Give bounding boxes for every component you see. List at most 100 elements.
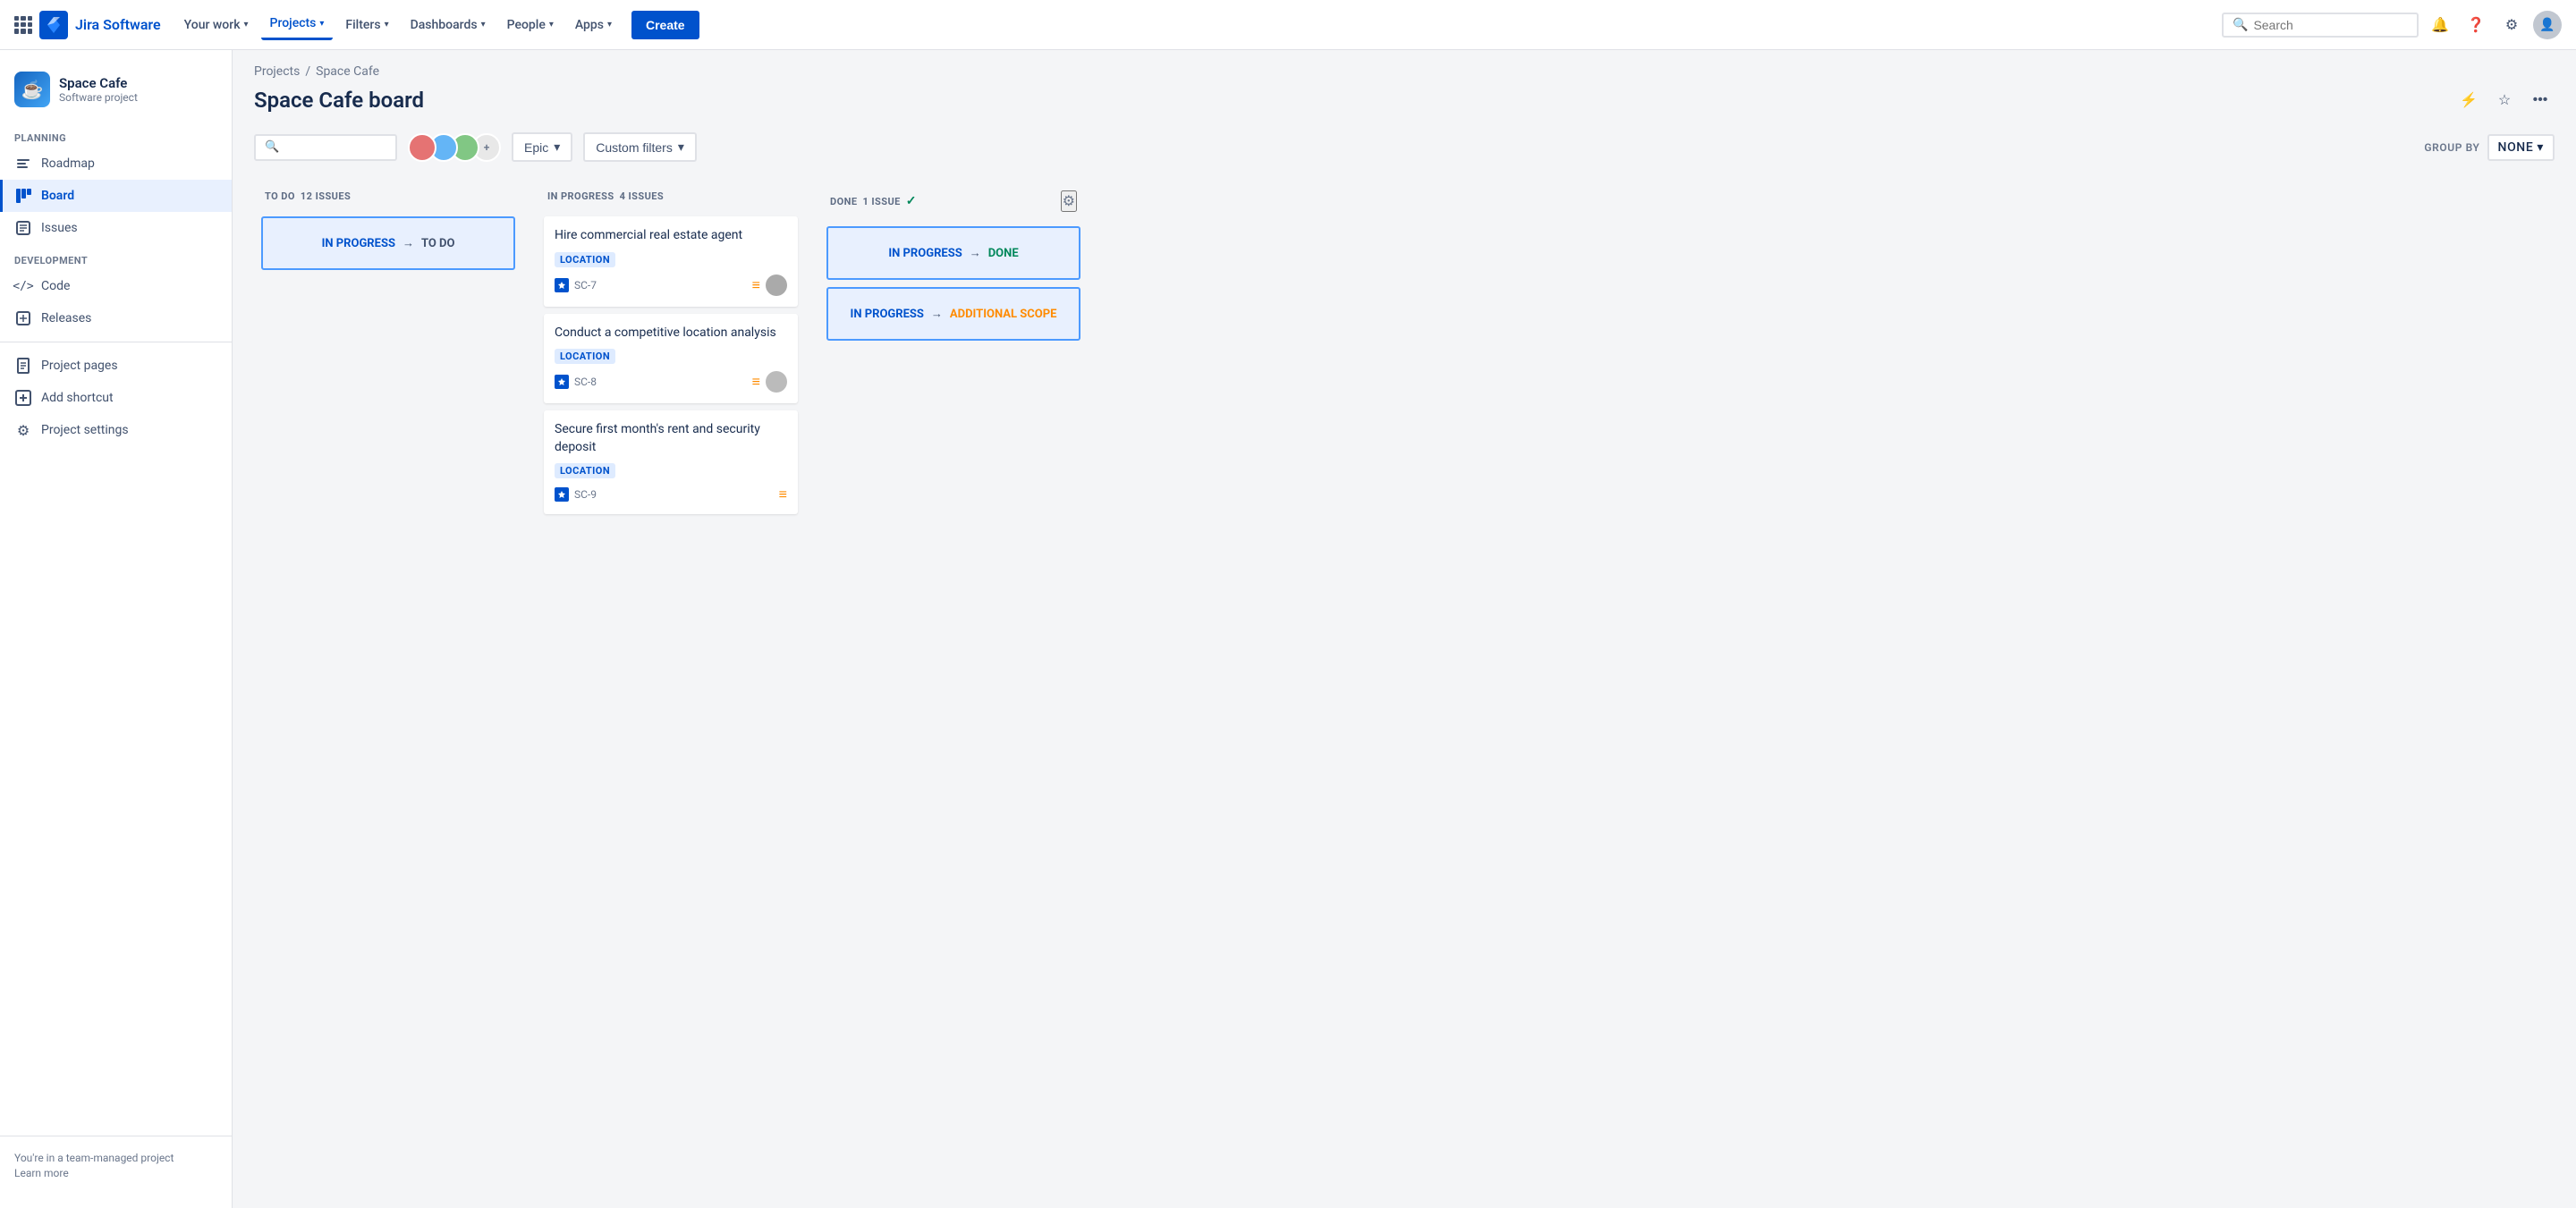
group-by-select[interactable]: None ▾ xyxy=(2487,134,2555,161)
chevron-icon: ▾ xyxy=(244,20,249,30)
column-inprogress-count: 4 ISSUES xyxy=(620,190,665,202)
sidebar-item-board[interactable]: Board xyxy=(0,180,232,212)
settings-button[interactable]: ⚙ xyxy=(2497,11,2526,39)
card-sc8-priority-icon: ≡ xyxy=(752,373,760,391)
roadmap-icon xyxy=(14,155,32,173)
app-name: Jira Software xyxy=(75,16,161,33)
column-done-count: 1 ISSUE xyxy=(862,196,900,207)
transition-card-scope[interactable]: IN PROGRESS → ADDITIONAL SCOPE xyxy=(826,287,1080,341)
nav-your-work[interactable]: Your work ▾ xyxy=(175,11,258,39)
avatar-1[interactable] xyxy=(408,133,436,162)
nav-people[interactable]: People ▾ xyxy=(498,11,563,39)
breadcrumb-projects[interactable]: Projects xyxy=(254,64,300,79)
chevron-icon: ▾ xyxy=(319,19,324,29)
issues-icon xyxy=(14,219,32,237)
search-input[interactable] xyxy=(2253,18,2408,32)
search-icon: 🔍 xyxy=(2233,18,2248,32)
transition-to-scope: ADDITIONAL SCOPE xyxy=(950,308,1057,321)
board: TO DO 12 ISSUES IN PROGRESS → TO DO xyxy=(254,180,2555,536)
star-button[interactable]: ☆ xyxy=(2490,86,2519,114)
help-button[interactable]: ❓ xyxy=(2462,11,2490,39)
nav-dashboards[interactable]: Dashboards ▾ xyxy=(402,11,495,39)
card-sc8[interactable]: Conduct a competitive location analysis … xyxy=(544,314,798,404)
logo[interactable]: Jira Software xyxy=(39,11,161,39)
sidebar-item-add-shortcut[interactable]: Add shortcut xyxy=(0,382,232,414)
breadcrumb-separator: / xyxy=(305,64,310,79)
board-search-input[interactable] xyxy=(284,140,386,155)
nav-apps[interactable]: Apps ▾ xyxy=(566,11,621,39)
learn-more-link[interactable]: Learn more xyxy=(14,1167,217,1179)
transition-card-todo[interactable]: IN PROGRESS → TO DO xyxy=(261,216,515,270)
card-sc9[interactable]: Secure first month's rent and security d… xyxy=(544,410,798,514)
code-icon: </> xyxy=(14,277,32,295)
column-todo-header: TO DO 12 ISSUES xyxy=(254,180,522,209)
card-sc9-title: Secure first month's rent and security d… xyxy=(555,421,787,456)
sidebar-project: ☕ Space Cafe Software project xyxy=(0,64,232,122)
transition-to-done: DONE xyxy=(988,247,1019,260)
sidebar-item-project-pages[interactable]: Project pages xyxy=(0,350,232,382)
development-section-label: DEVELOPMENT xyxy=(0,244,232,270)
transition-from: IN PROGRESS xyxy=(322,237,395,250)
avatar-group: + xyxy=(408,133,501,162)
card-sc7-footer: SC-7 ≡ xyxy=(555,275,787,296)
column-inprogress-body: Hire commercial real estate agent LOCATI… xyxy=(537,209,805,521)
main-content: Projects / Space Cafe Space Cafe board ⚡… xyxy=(233,50,2576,1208)
group-by-label: GROUP BY xyxy=(2424,141,2479,154)
more-options-button[interactable]: ••• xyxy=(2526,86,2555,114)
card-sc7-id: SC-7 xyxy=(574,279,597,291)
card-sc7-avatar xyxy=(766,275,787,296)
custom-filters-button[interactable]: Custom filters ▾ xyxy=(583,132,697,162)
add-shortcut-label: Add shortcut xyxy=(41,391,114,405)
lightning-button[interactable]: ⚡ xyxy=(2454,86,2483,114)
transition-from-scope: IN PROGRESS xyxy=(851,308,924,321)
project-pages-label: Project pages xyxy=(41,359,118,373)
project-settings-label: Project settings xyxy=(41,423,129,437)
column-todo-title: TO DO xyxy=(265,190,295,202)
board-search-box[interactable]: 🔍 xyxy=(254,134,397,161)
project-pages-icon xyxy=(14,357,32,375)
sidebar-item-roadmap[interactable]: Roadmap xyxy=(0,148,232,180)
search-box[interactable]: 🔍 xyxy=(2222,13,2419,38)
column-settings-button[interactable]: ⚙ xyxy=(1061,190,1077,212)
transition-arrow-icon: → xyxy=(402,236,414,250)
board-search-icon: 🔍 xyxy=(265,140,279,154)
sidebar-item-code[interactable]: </> Code xyxy=(0,270,232,302)
transition-card-done[interactable]: IN PROGRESS → DONE xyxy=(826,226,1080,280)
code-label: Code xyxy=(41,279,70,293)
page-header: Space Cafe board ⚡ ☆ ••• xyxy=(254,86,2555,114)
card-sc9-priority-icon: ≡ xyxy=(779,486,787,503)
create-button[interactable]: Create xyxy=(631,11,699,39)
breadcrumb-space-cafe: Space Cafe xyxy=(316,64,379,79)
project-settings-icon: ⚙ xyxy=(14,421,32,439)
card-sc8-type-icon xyxy=(555,375,569,389)
card-sc8-avatar xyxy=(766,371,787,393)
sidebar: ☕ Space Cafe Software project PLANNING R… xyxy=(0,50,233,1208)
board-toolbar: 🔍 + Epic ▾ Custom filters ▾ GROUP BY xyxy=(254,132,2555,162)
sidebar-item-project-settings[interactable]: ⚙ Project settings xyxy=(0,414,232,446)
header-actions: ⚡ ☆ ••• xyxy=(2454,86,2555,114)
nav-right: 🔍 🔔 ❓ ⚙ 👤 xyxy=(2222,11,2562,39)
column-done-title: DONE xyxy=(830,196,857,207)
card-sc7-label: LOCATION xyxy=(555,252,615,267)
done-check-icon: ✓ xyxy=(906,194,917,208)
epic-filter-button[interactable]: Epic ▾ xyxy=(512,132,572,162)
nav-filters[interactable]: Filters ▾ xyxy=(336,11,397,39)
nav-projects[interactable]: Projects ▾ xyxy=(261,9,334,40)
card-sc8-title: Conduct a competitive location analysis xyxy=(555,325,787,342)
chevron-icon: ▾ xyxy=(607,20,612,30)
column-inprogress: IN PROGRESS 4 ISSUES Hire commercial rea… xyxy=(537,180,805,521)
transition-to: TO DO xyxy=(421,237,454,250)
custom-filters-chevron-icon: ▾ xyxy=(678,139,684,155)
column-todo-body: IN PROGRESS → TO DO xyxy=(254,209,522,277)
group-by-chevron-icon: ▾ xyxy=(2537,140,2544,155)
sidebar-item-issues[interactable]: Issues xyxy=(0,212,232,244)
card-sc7[interactable]: Hire commercial real estate agent LOCATI… xyxy=(544,216,798,307)
project-icon: ☕ xyxy=(14,72,50,107)
notifications-button[interactable]: 🔔 xyxy=(2426,11,2454,39)
user-avatar[interactable]: 👤 xyxy=(2533,11,2562,39)
grid-menu-icon[interactable] xyxy=(14,16,32,34)
page-title: Space Cafe board xyxy=(254,88,424,113)
chevron-icon: ▾ xyxy=(385,20,389,30)
sidebar-item-releases[interactable]: Releases xyxy=(0,302,232,334)
top-nav: Jira Software Your work ▾ Projects ▾ Fil… xyxy=(0,0,2576,50)
